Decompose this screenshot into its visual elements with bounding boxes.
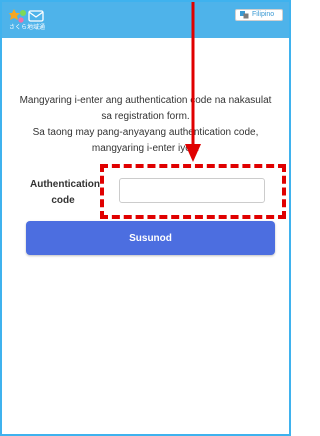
code-label: Authentication code — [30, 179, 100, 206]
down-arrow-icon — [185, 2, 201, 162]
language-button[interactable]: Filipino — [235, 9, 283, 21]
instructions: Mangyaring i-enter ang authentication co… — [14, 93, 277, 157]
app-logo[interactable]: さくら地域通 — [9, 8, 61, 34]
logo-icon — [9, 9, 44, 23]
annotation-highlight — [100, 164, 286, 219]
logo-text: さくら地域通 — [9, 25, 46, 31]
language-label: Filipino — [252, 11, 275, 18]
instruction-line-2: Sa taong may pang-anyayang authenticatio… — [32, 127, 259, 154]
app-frame: さくら地域通 Filipino Mangyaring i-enter ang a… — [0, 0, 291, 436]
app-header: さくら地域通 Filipino — [2, 2, 289, 38]
instruction-line-1: Mangyaring i-enter ang authentication co… — [19, 95, 272, 122]
translate-icon — [240, 11, 249, 19]
next-button[interactable]: Susunod — [26, 221, 275, 255]
